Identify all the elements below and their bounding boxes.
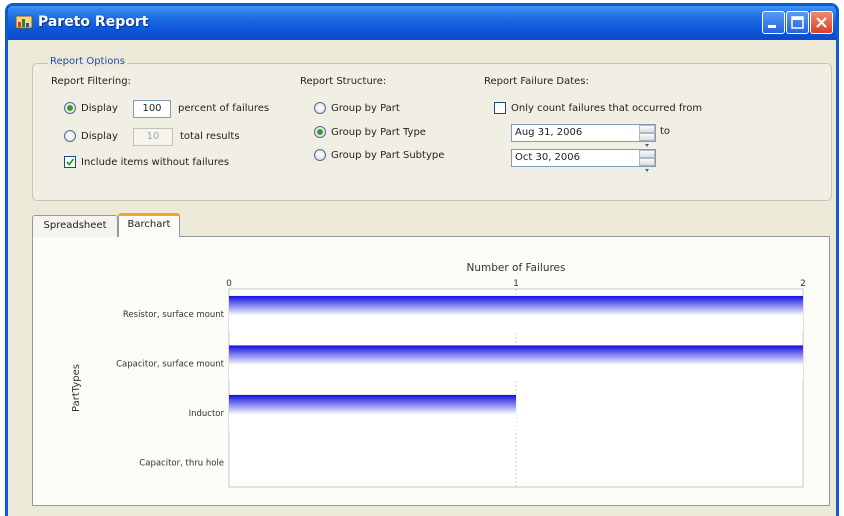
arrow-down-icon bbox=[645, 169, 649, 172]
report-failure-dates-heading: Report Failure Dates: bbox=[484, 76, 589, 87]
to-date-value: Oct 30, 2006 bbox=[515, 152, 580, 163]
y-axis-label: PartTypes bbox=[71, 364, 82, 412]
total-results-input[interactable]: 10 bbox=[133, 128, 173, 146]
title-bar[interactable]: Pareto Report bbox=[8, 6, 836, 40]
failures-bar-chart: Number of Failures 0 1 2 Resistor, surface m… bbox=[71, 262, 806, 488]
display-percent-label: Display bbox=[81, 103, 118, 114]
group-by-part-radio[interactable] bbox=[314, 102, 326, 114]
from-date-spinner[interactable]: Aug 31, 2006 bbox=[511, 124, 656, 147]
percent-input[interactable]: 100 bbox=[133, 100, 171, 118]
checkmark-icon bbox=[66, 158, 75, 166]
from-date-up-button[interactable] bbox=[639, 125, 655, 140]
minimize-button[interactable] bbox=[762, 11, 785, 34]
report-filtering-heading: Report Filtering: bbox=[51, 76, 131, 87]
y-category-label-2: Inductor bbox=[189, 409, 225, 419]
include-items-label: Include items without failures bbox=[81, 157, 230, 168]
y-category-label-1: Capacitor, surface mount bbox=[116, 359, 225, 369]
group-by-part-subtype-label: Group by Part Subtype bbox=[331, 150, 445, 161]
to-date-down-button[interactable] bbox=[639, 158, 655, 172]
bar-1 bbox=[229, 345, 803, 382]
percent-suffix-label: percent of failures bbox=[178, 103, 270, 114]
to-date-up-button[interactable] bbox=[639, 150, 655, 165]
pareto-report-window: Pareto Report Report Options Report Filt… bbox=[5, 3, 839, 516]
from-date-value: Aug 31, 2006 bbox=[515, 127, 583, 138]
x-tick-label-1: 1 bbox=[513, 279, 519, 289]
include-items-checkbox[interactable] bbox=[64, 156, 76, 168]
display-total-label: Display bbox=[81, 131, 118, 142]
bar-0 bbox=[229, 295, 803, 332]
group-by-part-subtype-radio[interactable] bbox=[314, 149, 326, 161]
group-by-part-type-label: Group by Part Type bbox=[331, 127, 426, 138]
x-tick-label-2: 2 bbox=[800, 279, 806, 289]
only-count-label: Only count failures that occurred from bbox=[511, 103, 703, 114]
tab-barchart[interactable]: Barchart bbox=[118, 213, 180, 237]
from-date-down-button[interactable] bbox=[639, 133, 655, 147]
window-title: Pareto Report bbox=[38, 14, 149, 30]
maximize-icon bbox=[791, 16, 804, 29]
bar-2 bbox=[229, 394, 516, 431]
to-date-spin-buttons bbox=[639, 150, 655, 172]
from-date-spin-buttons bbox=[639, 125, 655, 147]
report-options-legend: Report Options bbox=[48, 56, 127, 67]
only-count-checkbox[interactable] bbox=[494, 102, 506, 114]
app-icon bbox=[15, 15, 33, 29]
chart-title: Number of Failures bbox=[467, 262, 566, 274]
barchart-tab-panel: Number of Failures 0 1 2 Resistor, surface m… bbox=[32, 236, 830, 506]
close-icon bbox=[816, 17, 827, 28]
group-by-part-label: Group by Part bbox=[331, 103, 400, 114]
to-label: to bbox=[660, 126, 671, 137]
x-tick-label-0: 0 bbox=[226, 279, 232, 289]
to-date-spinner[interactable]: Oct 30, 2006 bbox=[511, 149, 656, 172]
maximize-button[interactable] bbox=[786, 11, 809, 34]
tab-spreadsheet[interactable]: Spreadsheet bbox=[32, 215, 118, 237]
close-button[interactable] bbox=[810, 11, 833, 34]
display-percent-radio[interactable] bbox=[64, 102, 76, 114]
y-category-label-0: Resistor, surface mount bbox=[123, 310, 225, 320]
report-structure-heading: Report Structure: bbox=[300, 76, 387, 87]
y-category-label-3: Capacitor, thru hole bbox=[139, 458, 224, 468]
group-by-part-type-radio[interactable] bbox=[314, 126, 326, 138]
minimize-icon bbox=[768, 25, 776, 28]
display-total-radio[interactable] bbox=[64, 130, 76, 142]
total-suffix-label: total results bbox=[180, 131, 240, 142]
